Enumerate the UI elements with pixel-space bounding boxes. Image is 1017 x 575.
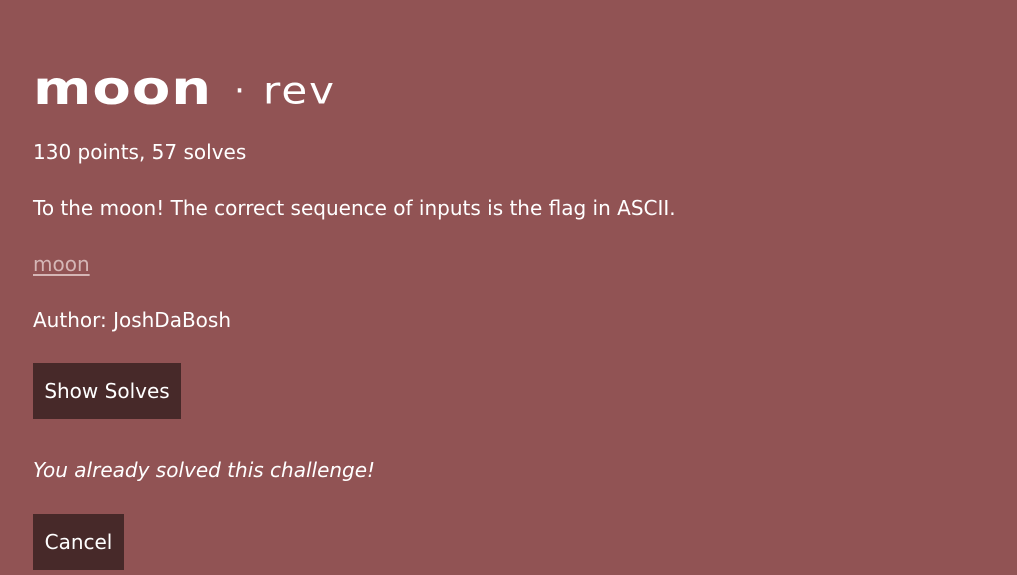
challenge-title: moon · rev <box>33 56 336 116</box>
challenge-points-solves: 130 points, 57 solves <box>33 140 247 164</box>
challenge-description: To the moon! The correct sequence of inp… <box>33 196 676 220</box>
title-separator: · <box>234 71 245 111</box>
show-solves-button[interactable]: Show Solves <box>33 363 181 419</box>
challenge-modal: moon · rev 130 points, 57 solves To the … <box>33 0 993 575</box>
challenge-file-link[interactable]: moon <box>33 252 90 276</box>
challenge-category: rev <box>262 68 337 113</box>
solved-message: You already solved this challenge! <box>33 458 376 482</box>
challenge-author: Author: JoshDaBosh <box>33 308 232 332</box>
cancel-button[interactable]: Cancel <box>33 514 124 570</box>
challenge-name: moon <box>33 61 213 116</box>
